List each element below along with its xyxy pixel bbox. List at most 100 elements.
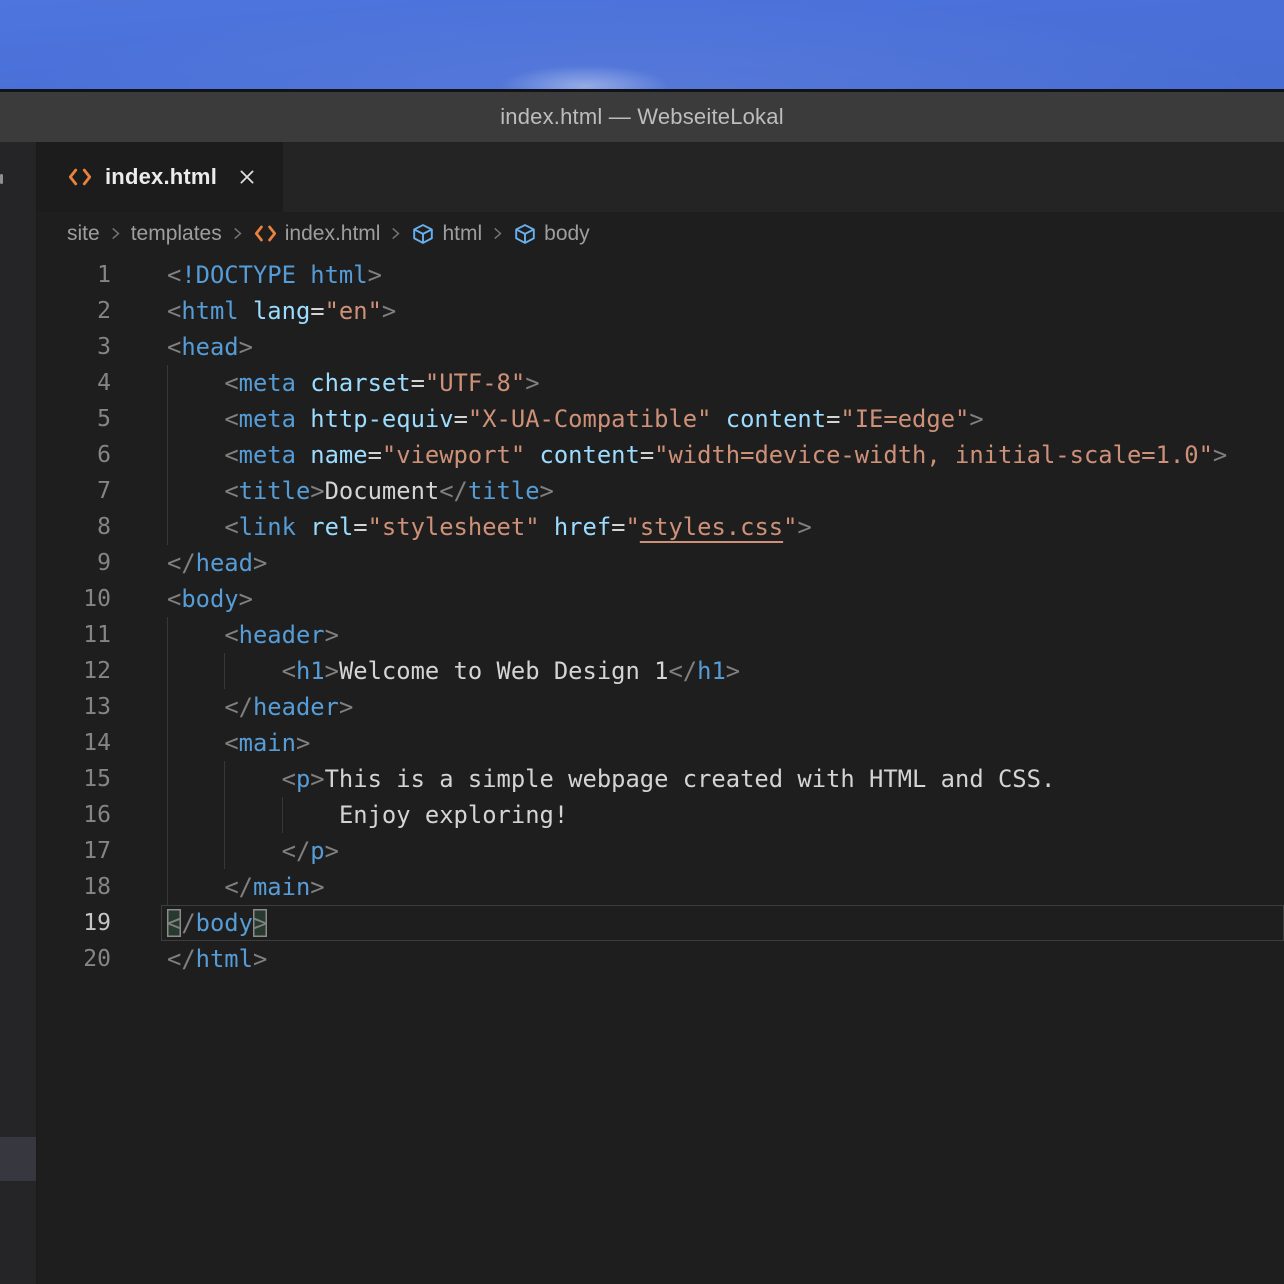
line-number[interactable]: 17 xyxy=(37,833,111,869)
code-line[interactable]: 1<!DOCTYPE html> xyxy=(37,257,1284,293)
code-token: rel xyxy=(310,513,353,541)
code-line[interactable]: 12 <h1>Welcome to Web Design 1</h1> xyxy=(37,653,1284,689)
sidebar-drag-handle[interactable] xyxy=(0,1137,36,1181)
code-token xyxy=(167,729,224,757)
indent-guide xyxy=(167,725,168,761)
code-line[interactable]: 4 <meta charset="UTF-8"> xyxy=(37,365,1284,401)
code-token: < xyxy=(167,909,181,937)
breadcrumb-item-index-html[interactable]: index.html xyxy=(253,222,381,246)
line-number[interactable]: 13 xyxy=(37,689,111,725)
code-line[interactable]: 5 <meta http-equiv="X-UA-Compatible" con… xyxy=(37,401,1284,437)
code-line[interactable]: 3<head> xyxy=(37,329,1284,365)
breadcrumb-item-html[interactable]: html xyxy=(411,222,482,246)
line-number[interactable]: 10 xyxy=(37,581,111,617)
code-line[interactable]: 17 </p> xyxy=(37,833,1284,869)
code-token: </ xyxy=(167,945,196,973)
code-token: < xyxy=(224,729,238,757)
line-number[interactable]: 14 xyxy=(37,725,111,761)
stylesheet-link[interactable]: styles.css xyxy=(640,513,783,541)
line-content: Enjoy exploring! xyxy=(167,797,1284,833)
breadcrumb-item-body[interactable]: body xyxy=(513,222,590,246)
code-token xyxy=(525,441,539,469)
indent-guide xyxy=(167,617,168,653)
line-content: <meta charset="UTF-8"> xyxy=(167,365,1284,401)
indent-guide xyxy=(167,473,168,509)
code-token: < xyxy=(282,765,296,793)
code-token: meta xyxy=(239,369,296,397)
code-line[interactable]: 13 </header> xyxy=(37,689,1284,725)
code-line[interactable]: 14 <main> xyxy=(37,725,1284,761)
code-line[interactable]: 16 Enjoy exploring! xyxy=(37,797,1284,833)
code-token: Welcome to Web Design 1 xyxy=(339,657,669,685)
code-token: = xyxy=(611,513,625,541)
code-token: title xyxy=(468,477,540,505)
code-token: > xyxy=(540,477,554,505)
code-line[interactable]: 6 <meta name="viewport" content="width=d… xyxy=(37,437,1284,473)
breadcrumb-item-templates[interactable]: templates xyxy=(131,222,222,246)
line-content: </header> xyxy=(167,689,1284,725)
code-token: h1 xyxy=(296,657,325,685)
code-token: > xyxy=(368,261,382,289)
code-token: < xyxy=(167,333,181,361)
line-number[interactable]: 6 xyxy=(37,437,111,473)
code-token: = xyxy=(353,513,367,541)
line-content: <meta name="viewport" content="width=dev… xyxy=(167,437,1284,473)
code-token: > xyxy=(325,657,339,685)
line-number[interactable]: 19 xyxy=(37,905,111,941)
code-line[interactable]: 8 <link rel="stylesheet" href="styles.cs… xyxy=(37,509,1284,545)
code-token: </ xyxy=(167,549,196,577)
code-token: head xyxy=(196,549,253,577)
code-token: > xyxy=(253,549,267,577)
code-line[interactable]: 11 <header> xyxy=(37,617,1284,653)
code-token: = xyxy=(368,441,382,469)
code-editor[interactable]: 1<!DOCTYPE html>2<html lang="en">3<head>… xyxy=(37,255,1284,1284)
breadcrumb-label: site xyxy=(67,222,100,246)
line-number[interactable]: 4 xyxy=(37,365,111,401)
breadcrumb-item-site[interactable]: site xyxy=(67,222,100,246)
code-line[interactable]: 20</html> xyxy=(37,941,1284,977)
code-token: "width=device-width, initial-scale=1.0" xyxy=(654,441,1213,469)
line-number[interactable]: 16 xyxy=(37,797,111,833)
code-token: body xyxy=(181,585,238,613)
line-number[interactable]: 12 xyxy=(37,653,111,689)
line-number[interactable]: 8 xyxy=(37,509,111,545)
line-number[interactable]: 20 xyxy=(37,941,111,977)
line-number[interactable]: 5 xyxy=(37,401,111,437)
indent-guide xyxy=(224,833,225,869)
breadcrumb-label: index.html xyxy=(285,222,381,246)
code-line[interactable]: 19</body> xyxy=(37,905,1284,941)
code-token: > xyxy=(325,621,339,649)
code-line[interactable]: 2<html lang="en"> xyxy=(37,293,1284,329)
line-number[interactable]: 9 xyxy=(37,545,111,581)
code-token: </ xyxy=(224,693,253,721)
code-line[interactable]: 18 </main> xyxy=(37,869,1284,905)
tab-close-icon[interactable] xyxy=(237,167,257,187)
line-number[interactable]: 2 xyxy=(37,293,111,329)
line-number[interactable]: 18 xyxy=(37,869,111,905)
code-line[interactable]: 15 <p>This is a simple webpage created w… xyxy=(37,761,1284,797)
code-token: = xyxy=(640,441,654,469)
code-token: name xyxy=(310,441,367,469)
chevron-right-icon xyxy=(389,225,402,242)
line-content: </main> xyxy=(167,869,1284,905)
code-token: main xyxy=(239,729,296,757)
line-number[interactable]: 3 xyxy=(37,329,111,365)
tab-index-html[interactable]: index.html xyxy=(37,142,283,212)
line-number[interactable]: 15 xyxy=(37,761,111,797)
code-token xyxy=(296,405,310,433)
code-line[interactable]: 7 <title>Document</title> xyxy=(37,473,1284,509)
code-token: > xyxy=(525,369,539,397)
indent-guide xyxy=(167,833,168,869)
code-token: http-equiv xyxy=(310,405,453,433)
code-token: > xyxy=(253,945,267,973)
code-line[interactable]: 10<body> xyxy=(37,581,1284,617)
code-token: charset xyxy=(310,369,410,397)
code-token: Enjoy exploring! xyxy=(339,801,568,829)
indent-guide xyxy=(224,797,225,833)
code-token: > xyxy=(296,729,310,757)
line-number[interactable]: 1 xyxy=(37,257,111,293)
code-line[interactable]: 9 </head> xyxy=(37,545,1284,581)
line-number[interactable]: 7 xyxy=(37,473,111,509)
indent-guide xyxy=(167,797,168,833)
line-number[interactable]: 11 xyxy=(37,617,111,653)
